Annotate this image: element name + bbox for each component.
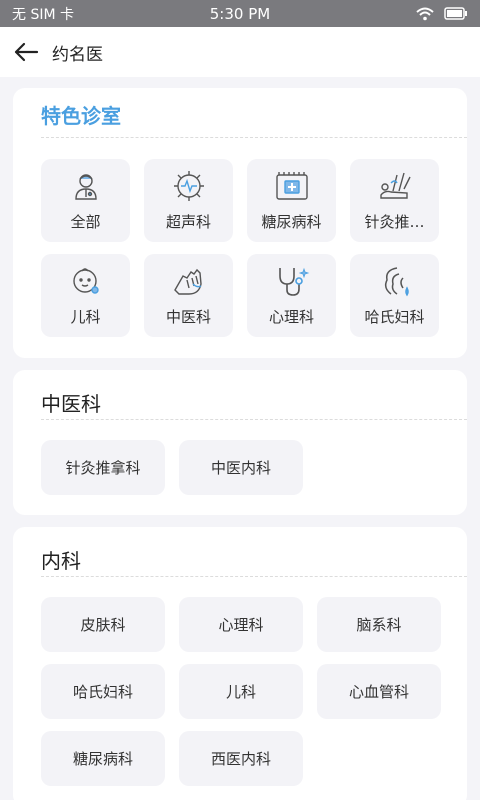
clinic-tile-label: 哈氏妇科	[364, 308, 425, 326]
battery-icon	[444, 7, 467, 20]
tcm-department-card: 中医科 针灸推拿科 中医内科	[13, 370, 467, 515]
department-chip[interactable]: 皮肤科	[41, 597, 165, 652]
app-header: 约名医	[0, 27, 480, 77]
acupuncture-icon	[377, 169, 413, 203]
department-chip[interactable]: 中医内科	[179, 440, 303, 495]
carrier-text: 无 SIM 卡	[12, 6, 74, 23]
page-title: 约名医	[52, 44, 103, 65]
clock-text: 5:30 PM	[209, 4, 271, 23]
internal-medicine-list: 皮肤科 心理科 脑系科 哈氏妇科 儿科 心血管科 糖尿病科 西医内科	[41, 577, 441, 800]
clinic-tile-acupuncture[interactable]: 针灸推…	[350, 159, 439, 242]
clinic-tile-label: 中医科	[165, 308, 211, 326]
woman-icon	[377, 264, 413, 298]
doctor-icon	[68, 169, 104, 203]
pulse-hand-icon	[171, 264, 207, 298]
wifi-icon	[416, 7, 434, 20]
baby-icon	[68, 264, 104, 298]
internal-medicine-card: 内科 皮肤科 心理科 脑系科 哈氏妇科 儿科 心血管科 糖尿病科 西医内科	[13, 527, 467, 800]
back-arrow-icon	[14, 42, 39, 62]
clinic-tile-pediatrics[interactable]: 儿科	[41, 254, 130, 337]
department-chip[interactable]: 哈氏妇科	[41, 664, 165, 719]
tcm-department-title: 中医科	[41, 370, 467, 420]
clinic-tile-label: 针灸推…	[364, 213, 425, 231]
department-chip[interactable]: 脑系科	[317, 597, 441, 652]
internal-medicine-title: 内科	[41, 527, 467, 577]
clinic-tile-psychology[interactable]: 心理科	[247, 254, 336, 337]
ultrasound-icon	[171, 169, 207, 203]
medical-case-icon	[274, 169, 310, 203]
clinic-tile-gynecology[interactable]: 哈氏妇科	[350, 254, 439, 337]
clinic-tile-label: 心理科	[268, 308, 314, 326]
back-button[interactable]	[12, 38, 40, 66]
clinic-tile-tcm[interactable]: 中医科	[144, 254, 233, 337]
main-content: 特色诊室 全部 超声科 糖尿病科 针灸推… 儿科 中医科 心理科 哈氏妇科 中医…	[13, 88, 467, 800]
department-chip[interactable]: 西医内科	[179, 731, 303, 786]
department-chip[interactable]: 针灸推拿科	[41, 440, 165, 495]
featured-clinics-card: 特色诊室 全部 超声科 糖尿病科 针灸推… 儿科 中医科 心理科 哈氏妇科	[13, 88, 467, 358]
featured-clinics-title: 特色诊室	[41, 88, 467, 138]
featured-clinics-grid: 全部 超声科 糖尿病科 针灸推… 儿科 中医科 心理科 哈氏妇科	[41, 138, 439, 358]
clinic-tile-diabetes[interactable]: 糖尿病科	[247, 159, 336, 242]
status-bar: 无 SIM 卡 5:30 PM	[0, 0, 480, 27]
department-chip[interactable]: 心理科	[179, 597, 303, 652]
clinic-tile-label: 儿科	[70, 308, 101, 326]
clinic-tile-ultrasound[interactable]: 超声科	[144, 159, 233, 242]
tcm-department-list: 针灸推拿科 中医内科	[41, 420, 439, 515]
clinic-tile-label: 超声科	[165, 213, 211, 231]
department-chip[interactable]: 心血管科	[317, 664, 441, 719]
department-chip[interactable]: 糖尿病科	[41, 731, 165, 786]
stethoscope-icon	[274, 264, 310, 298]
clinic-tile-label: 糖尿病科	[261, 213, 322, 231]
department-chip[interactable]: 儿科	[179, 664, 303, 719]
clinic-tile-label: 全部	[70, 213, 101, 231]
clinic-tile-all[interactable]: 全部	[41, 159, 130, 242]
